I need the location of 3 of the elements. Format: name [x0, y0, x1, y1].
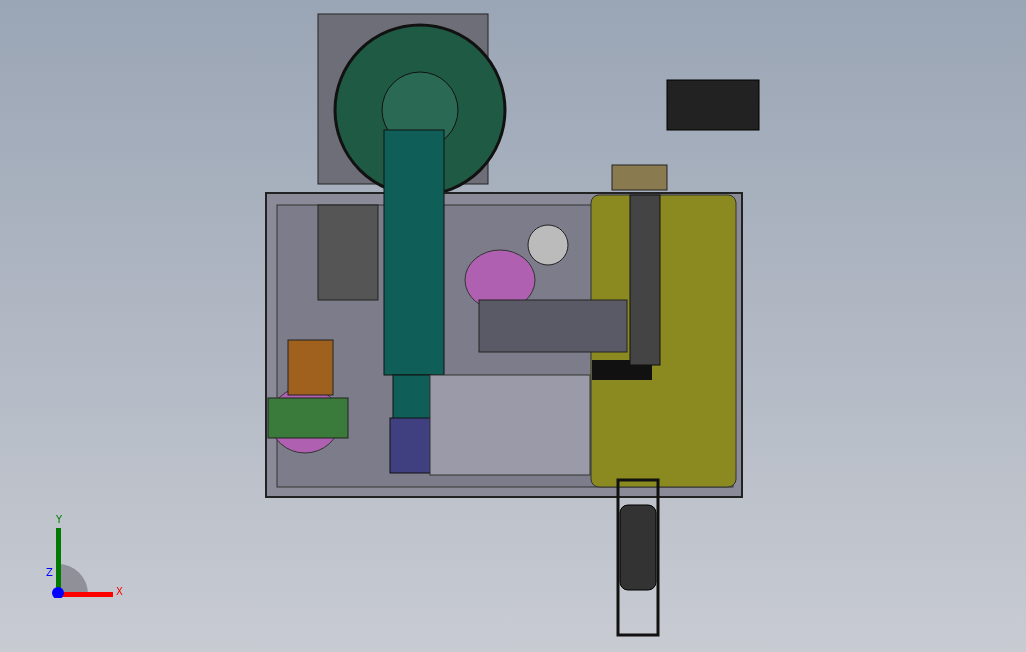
axis-label: Y [56, 515, 63, 525]
axis-label: Z [46, 568, 53, 578]
axis-label: X [116, 587, 123, 597]
